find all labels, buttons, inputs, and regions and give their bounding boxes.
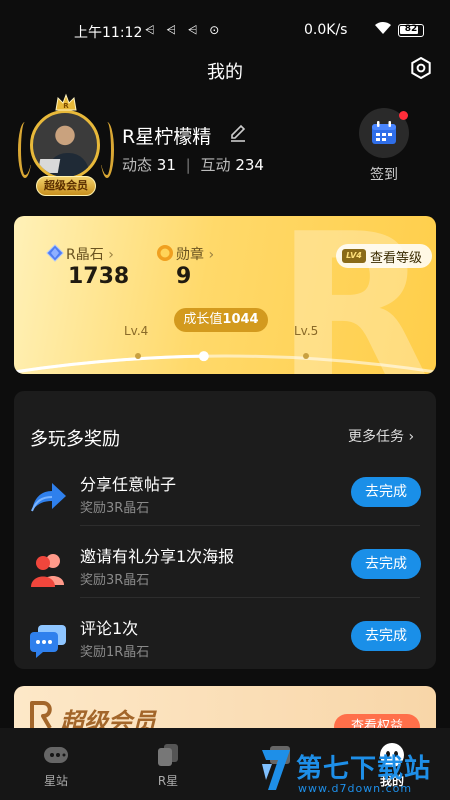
progress-knob [198,351,209,362]
growth-value-pill: 成长值1044 [174,308,268,332]
hudong-value[interactable]: 234 [235,156,264,174]
laurel-right-decoration [100,122,114,178]
task-item: 邀请有礼分享1次海报 奖励3R晶石 去完成 [14,537,436,609]
view-level-label: 查看等级 [370,251,423,266]
task-title: 分享任意帖子 [80,475,177,494]
task-title: 邀请有礼分享1次海报 [80,547,235,566]
dongtai-label: 动态 [122,156,153,174]
avatar[interactable] [30,110,100,180]
status-time: 上午11:12 [74,25,143,41]
gem-icon [46,244,64,262]
settings-icon[interactable] [410,56,432,80]
wifi-icon [374,21,392,39]
complete-task-button[interactable]: 去完成 [351,621,421,651]
gem-label[interactable]: R晶石 › [66,244,114,264]
gem-value: 1738 [68,264,130,289]
nav-item-xingzhan[interactable]: 星站 [0,728,112,800]
more-tasks-link[interactable]: 更多任务 › [348,426,414,446]
notification-dot [399,111,408,120]
task-item: 分享任意帖子 奖励3R晶石 去完成 [14,465,436,537]
tasks-title: 多玩多奖励 [30,429,120,450]
watermark-url: www.d7down.com [298,782,413,795]
signin-label[interactable]: 签到 [359,164,409,184]
status-bar: 上午11:12 ⩤ ⩤ ⩤ ⊙ 0.0K/s 82 [0,0,450,44]
level-progress-bar [14,351,436,374]
view-level-button[interactable]: LV4 查看等级 [336,244,432,268]
growth-label: 成长值 [183,312,223,327]
level-marker-current [135,353,141,359]
medal-value: 9 [176,264,192,289]
task-reward: 奖励3R晶石 [80,573,150,588]
nav-label: R星 [157,774,179,788]
user-stats: 动态 31 | 互动 234 [122,154,264,175]
chevron-right-icon: › [208,247,215,263]
watermark-title: 第七下载站 [296,754,432,784]
watermark-logo-icon [258,746,294,794]
complete-task-button[interactable]: 去完成 [351,477,421,507]
divider [80,525,420,526]
signin-button[interactable] [359,108,409,158]
nav-label: 星站 [43,774,68,788]
current-level-label: Lv.4 [124,324,149,338]
divider [80,597,420,598]
task-reward: 奖励1R晶石 [80,645,150,660]
avatar-frame[interactable]: R 超级会员 [16,92,116,196]
edit-icon[interactable] [229,124,247,142]
next-level-label: Lv.5 [294,324,319,338]
complete-task-button[interactable]: 去完成 [351,549,421,579]
cards-icon [154,742,182,768]
level-badge: LV4 [342,249,366,263]
chevron-right-icon: › [108,247,114,263]
task-item: 评论1次 奖励1R晶石 去完成 [14,609,436,681]
dongtai-value[interactable]: 31 [157,156,176,174]
nav-item-rxing[interactable]: R星 [112,728,224,800]
crown-icon: R [54,92,78,114]
stats-divider: | [185,156,191,174]
site-watermark: 第七下载站 www.d7down.com [252,740,448,798]
hudong-label: 互动 [200,156,231,174]
avatar-laptop [37,159,61,173]
medal-icon [156,244,174,262]
tasks-card: 多玩多奖励 更多任务 › 分享任意帖子 奖励3R晶石 去完成 邀请有礼分享1次海… [14,391,436,669]
task-title: 评论1次 [80,619,139,638]
vip-r-icon [28,700,54,730]
task-reward: 奖励3R晶石 [80,501,150,516]
username: R星柠檬精 [122,126,212,148]
calendar-icon [371,121,397,145]
battery-icon: 82 [398,24,424,37]
battery-level: 82 [404,24,418,34]
level-card: R R晶石 › 1738 勋章 › 9 LV4 查看等级 成长值1044 Lv.… [14,216,436,374]
network-speed: 0.0K/s [304,22,348,38]
level-marker-next [303,353,309,359]
growth-value: 1044 [222,312,259,327]
invite-users-icon [28,549,68,589]
vip-badge: 超级会员 [36,176,96,196]
page-title: 我的 [207,62,243,83]
chevron-right-icon: › [408,429,415,445]
comment-icon [28,621,68,661]
svg-text:R: R [63,102,69,110]
medal-label[interactable]: 勋章 › [176,244,214,264]
notification-icons: ⩤ ⩤ ⩤ ⊙ [145,23,224,37]
share-icon [28,477,68,517]
planet-icon [42,742,70,768]
